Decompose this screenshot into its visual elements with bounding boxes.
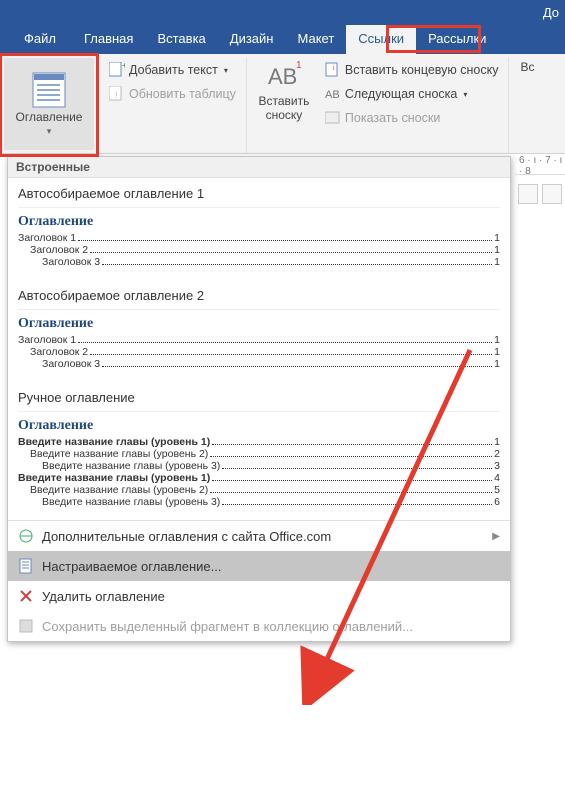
group-toc-extra: + Добавить текст ▾ ! Обновить таблицу	[99, 58, 247, 153]
toc-gallery-manual[interactable]: Ручное оглавление Оглавление Введите наз…	[8, 382, 510, 520]
insert-citation-button[interactable]: Вс	[515, 58, 539, 74]
toc-gallery-auto2[interactable]: Автособираемое оглавление 2 Оглавление З…	[8, 280, 510, 382]
preview-title: Оглавление	[18, 212, 500, 230]
preview-row: Заголовок 11	[18, 334, 500, 346]
svg-text:AB: AB	[268, 64, 297, 89]
insert-endnote-label: Вставить концевую сноску	[345, 63, 499, 77]
chevron-down-icon: ▾	[224, 66, 228, 75]
toc-icon	[18, 558, 34, 574]
preview-title: Оглавление	[18, 314, 500, 332]
preview-row: Введите название главы (уровень 1)1	[18, 436, 500, 448]
tab-layout[interactable]: Макет	[285, 25, 346, 54]
save-icon	[18, 618, 34, 634]
tab-insert[interactable]: Вставка	[145, 25, 217, 54]
toc-icon	[32, 72, 66, 108]
gallery-item-name: Ручное оглавление	[18, 390, 500, 405]
gallery-item-name: Автособираемое оглавление 2	[18, 288, 500, 303]
group-toc: Оглавление ▾	[4, 58, 99, 153]
chevron-right-icon: ▶	[492, 531, 500, 542]
next-footnote-label: Следующая сноска	[345, 87, 457, 101]
insert-citation-label: Вс	[520, 60, 534, 74]
view-buttons	[515, 184, 565, 224]
show-notes-label: Показать сноски	[345, 111, 440, 125]
show-notes-icon	[325, 110, 341, 126]
preview-row: Заголовок 21	[18, 346, 500, 358]
tab-file[interactable]: Файл	[8, 25, 72, 54]
chevron-down-icon: ▾	[47, 126, 52, 137]
next-footnote-icon: AB	[325, 86, 341, 102]
dropdown-section-builtin: Встроенные	[8, 157, 510, 178]
ribbon: Оглавление ▾ + Добавить текст ▾ ! Обнови…	[0, 54, 565, 154]
custom-toc-action[interactable]: Настраиваемое оглавление...	[8, 551, 510, 581]
remove-icon	[18, 588, 34, 604]
action-label: Настраиваемое оглавление...	[42, 559, 221, 574]
preview-title: Оглавление	[18, 416, 500, 434]
svg-text:AB: AB	[325, 89, 340, 101]
svg-text:1: 1	[296, 60, 302, 71]
add-text-icon: +	[109, 62, 125, 78]
action-label: Удалить оглавление	[42, 589, 165, 604]
action-label: Дополнительные оглавления с сайта Office…	[42, 529, 331, 544]
preview-row: Введите название главы (уровень 3)6	[18, 496, 500, 508]
ribbon-tabs: Файл Главная Вставка Дизайн Макет Ссылки…	[0, 25, 565, 54]
update-table-icon: !	[109, 86, 125, 102]
insert-footnote-label1: Вставить	[258, 94, 309, 108]
tab-references[interactable]: Ссылки	[346, 25, 416, 54]
doc-title-hint: До	[543, 5, 559, 20]
insert-footnote-label2: сноску	[266, 108, 303, 122]
update-table-button[interactable]: ! Обновить таблицу	[105, 84, 240, 104]
svg-text:+: +	[122, 62, 125, 70]
save-selection-action: Сохранить выделенный фрагмент в коллекци…	[8, 611, 510, 641]
view-icon[interactable]	[518, 184, 538, 204]
gallery-preview: Оглавление Введите название главы (урове…	[18, 411, 500, 508]
preview-row: Введите название главы (уровень 2)5	[18, 484, 500, 496]
more-from-office-action[interactable]: Дополнительные оглавления с сайта Office…	[8, 521, 510, 551]
insert-footnote-icon: AB 1	[266, 58, 302, 92]
add-text-button[interactable]: + Добавить текст ▾	[105, 60, 240, 80]
next-footnote-button[interactable]: AB Следующая сноска ▾	[321, 84, 503, 104]
add-text-label: Добавить текст	[129, 63, 218, 77]
endnote-icon: i	[325, 62, 341, 78]
preview-row: Заголовок 31	[18, 256, 500, 268]
toc-button[interactable]: Оглавление ▾	[4, 58, 94, 150]
tab-design[interactable]: Дизайн	[218, 25, 286, 54]
insert-footnote-button[interactable]: AB 1 Вставитьсноску	[253, 58, 315, 128]
tab-home[interactable]: Главная	[72, 25, 145, 54]
titlebar: До	[0, 0, 565, 25]
preview-row: Заголовок 21	[18, 244, 500, 256]
update-table-label: Обновить таблицу	[129, 87, 236, 101]
chevron-down-icon: ▾	[463, 90, 467, 99]
preview-row: Заголовок 31	[18, 358, 500, 370]
group-cutoff: Вс	[509, 58, 545, 153]
tab-mailings[interactable]: Рассылки	[416, 25, 498, 54]
action-label: Сохранить выделенный фрагмент в коллекци…	[42, 619, 413, 634]
preview-row: Введите название главы (уровень 1)4	[18, 472, 500, 484]
gallery-item-name: Автособираемое оглавление 1	[18, 186, 500, 201]
toc-button-label: Оглавление	[16, 110, 83, 124]
globe-icon	[18, 528, 34, 544]
view-icon[interactable]	[542, 184, 562, 204]
gallery-preview: Оглавление Заголовок 11Заголовок 21Загол…	[18, 207, 500, 268]
show-notes-button[interactable]: Показать сноски	[321, 108, 503, 128]
toc-dropdown: Встроенные Автособираемое оглавление 1 О…	[7, 156, 511, 642]
group-footnotes: AB 1 Вставитьсноску i Вставить концевую …	[247, 58, 510, 153]
preview-row: Введите название главы (уровень 3)3	[18, 460, 500, 472]
insert-endnote-button[interactable]: i Вставить концевую сноску	[321, 60, 503, 80]
horizontal-ruler: 6 · ı · 7 · ı · 8	[515, 157, 565, 175]
preview-row: Заголовок 11	[18, 232, 500, 244]
gallery-preview: Оглавление Заголовок 11Заголовок 21Загол…	[18, 309, 500, 370]
toc-gallery-auto1[interactable]: Автособираемое оглавление 1 Оглавление З…	[8, 178, 510, 280]
remove-toc-action[interactable]: Удалить оглавление	[8, 581, 510, 611]
svg-text:!: !	[115, 90, 118, 100]
preview-row: Введите название главы (уровень 2)2	[18, 448, 500, 460]
